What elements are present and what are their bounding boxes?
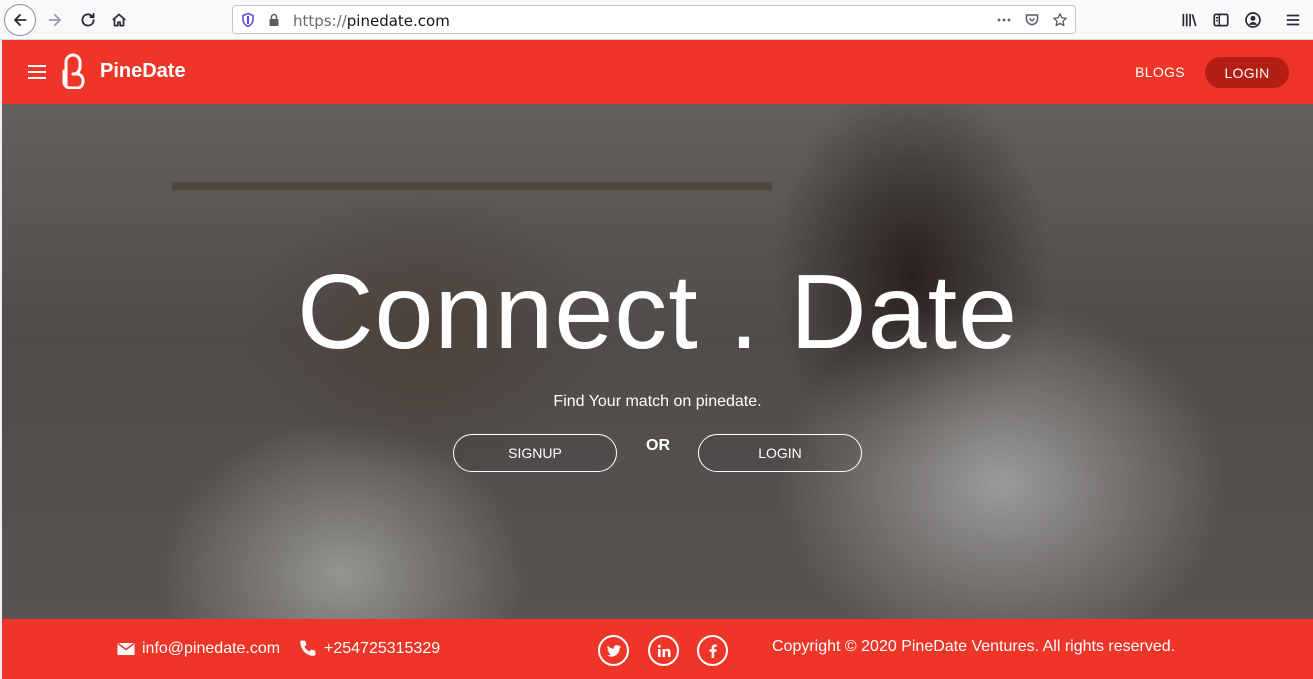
phone-text: +254725315329 <box>324 640 441 657</box>
url-text[interactable]: https://pinedate.com <box>293 12 450 30</box>
sidebar-button[interactable] <box>1206 5 1236 35</box>
hero-login-button[interactable]: LOGIN <box>698 434 862 472</box>
linkedin-icon <box>657 644 670 657</box>
or-separator: OR <box>646 437 670 454</box>
nav-login-button[interactable]: LOGIN <box>1205 57 1289 88</box>
pocket-icon[interactable] <box>1023 11 1041 29</box>
library-button[interactable] <box>1174 5 1204 35</box>
page-actions-icon[interactable] <box>995 11 1013 29</box>
hamburger-menu-icon[interactable] <box>28 65 48 79</box>
reload-icon <box>81 12 95 27</box>
url-scheme: https:// <box>293 12 347 30</box>
lock-icon[interactable] <box>265 11 283 29</box>
app-menu-button[interactable] <box>1278 5 1308 35</box>
home-button[interactable] <box>104 5 134 35</box>
phone-icon <box>300 640 316 656</box>
facebook-link[interactable] <box>697 635 728 666</box>
page: PineDate BLOGS LOGIN Connect . Date Find… <box>2 40 1313 679</box>
account-icon <box>1245 12 1261 28</box>
footer-email[interactable]: info@pinedate.com <box>116 619 280 679</box>
library-icon <box>1182 13 1197 27</box>
account-button[interactable] <box>1238 5 1268 35</box>
reload-button[interactable] <box>73 5 103 35</box>
url-host: pinedate.com <box>346 12 450 30</box>
bookmark-star-icon[interactable] <box>1051 11 1069 29</box>
home-icon <box>112 13 126 27</box>
linkedin-link[interactable] <box>648 635 679 666</box>
browser-toolbar: https://pinedate.com <box>0 0 1313 40</box>
pinedate-logo-icon[interactable] <box>58 51 94 89</box>
menu-icon <box>1286 14 1300 26</box>
copyright-text: Copyright © 2020 PineDate Ventures. All … <box>772 638 1176 655</box>
forward-button[interactable] <box>40 5 70 35</box>
twitter-link[interactable] <box>598 635 629 666</box>
blogs-link[interactable]: BLOGS <box>1120 57 1200 87</box>
mail-icon <box>117 642 135 655</box>
hero-title: Connect . Date <box>296 253 1019 371</box>
email-text: info@pinedate.com <box>142 640 281 657</box>
hero-section: Connect . Date Find Your match on pineda… <box>2 104 1313 619</box>
hero-subtitle: Find Your match on pinedate. <box>553 393 762 410</box>
arrow-left-icon <box>14 14 27 26</box>
footer: info@pinedate.com +254725315329 Copyrigh… <box>2 619 1313 679</box>
signup-button[interactable]: SIGNUP <box>453 434 617 472</box>
twitter-icon <box>606 644 621 657</box>
facebook-icon <box>709 644 717 658</box>
tracking-shield-icon[interactable] <box>239 11 257 29</box>
footer-phone[interactable]: +254725315329 <box>298 619 440 679</box>
brand-name[interactable]: PineDate <box>100 60 186 83</box>
sidebar-icon <box>1213 13 1229 27</box>
address-bar[interactable]: https://pinedate.com <box>232 5 1076 34</box>
navbar: PineDate BLOGS LOGIN <box>2 40 1313 104</box>
arrow-right-icon <box>48 14 61 26</box>
back-button[interactable] <box>4 4 36 36</box>
